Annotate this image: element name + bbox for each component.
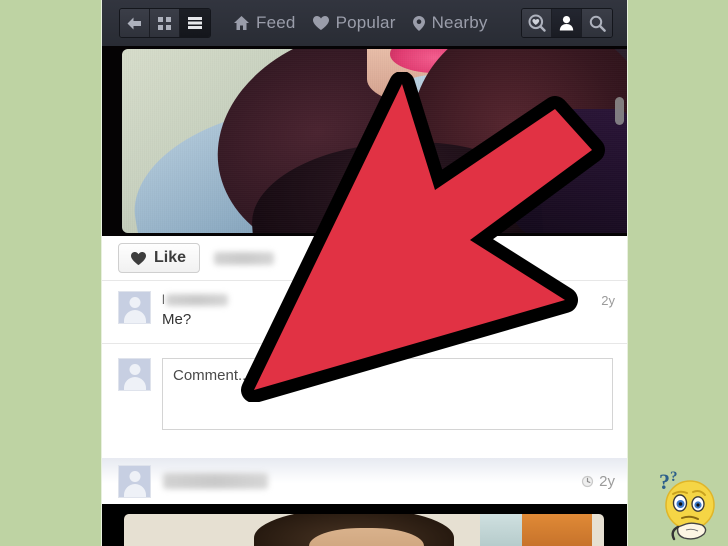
grid-icon (158, 16, 171, 30)
home-icon (234, 16, 249, 30)
avatar[interactable] (118, 291, 151, 324)
next-post-photo-image (124, 514, 604, 546)
heart-icon (312, 16, 329, 30)
map-pin-icon (412, 15, 425, 31)
comment-composer-row (102, 344, 627, 430)
comment-timestamp: 2y (601, 293, 615, 308)
next-post-timestamp: 2y (581, 473, 615, 490)
next-post-timestamp-label: 2y (599, 472, 615, 490)
comment-text-block: l Me? (162, 291, 613, 328)
view-controls-group (119, 8, 211, 38)
comment-author-name-blurred (165, 293, 228, 306)
comment-body-text: Me? (162, 311, 192, 328)
search-button[interactable] (582, 9, 612, 37)
comment-author-initial: l (162, 292, 165, 307)
like-button-label: Like (154, 249, 187, 266)
comment-item: l Me? 2y (102, 281, 627, 343)
profile-button[interactable] (552, 9, 582, 37)
nav-item-nearby[interactable]: Nearby (412, 13, 488, 33)
search-icon (589, 15, 606, 32)
next-post-author-blurred (163, 473, 268, 489)
back-button[interactable] (120, 9, 150, 37)
next-post-media[interactable] (102, 504, 627, 546)
list-view-button[interactable] (180, 9, 210, 37)
svg-text:?: ? (670, 469, 678, 485)
like-count-blurred (214, 251, 275, 265)
clock-icon (582, 475, 594, 487)
nav-item-feed[interactable]: Feed (233, 13, 296, 33)
arrow-left-icon (127, 17, 141, 29)
svg-text:?: ? (659, 469, 670, 494)
next-photo-orange-area (522, 514, 592, 546)
top-navigation-bar: Feed Popular Nearby (102, 0, 627, 46)
grid-view-button[interactable] (150, 9, 180, 37)
next-post-header[interactable]: 2y (102, 458, 627, 504)
nav-links: Feed Popular Nearby (233, 13, 488, 33)
post-photo-image (122, 49, 627, 233)
heart-search-icon (528, 14, 546, 32)
comment-author-line: l (162, 292, 613, 307)
nav-item-nearby-label: Nearby (431, 13, 488, 32)
nav-item-feed-label: Feed (256, 13, 296, 32)
avatar[interactable] (118, 464, 151, 498)
vertical-scrollbar-thumb[interactable] (615, 97, 624, 125)
heart-icon (131, 251, 146, 265)
discover-search-button[interactable] (522, 9, 552, 37)
comment-input[interactable] (162, 358, 613, 430)
wikihow-thinking-face-watermark: ? ? (648, 461, 723, 541)
next-photo-teal-area (480, 514, 522, 546)
photo-film-grain (122, 49, 627, 233)
avatar[interactable] (118, 358, 151, 391)
post-body: Like l Me? 2y (102, 236, 627, 458)
like-row: Like (102, 236, 627, 280)
like-button[interactable]: Like (118, 243, 201, 273)
person-icon (559, 16, 574, 31)
nav-item-popular[interactable]: Popular (312, 13, 396, 33)
list-icon (188, 17, 202, 29)
nav-item-popular-label: Popular (335, 13, 396, 32)
app-frame: Feed Popular Nearby Like l Me? 2y Commen… (101, 0, 628, 546)
account-actions-group (521, 8, 613, 38)
post-media-photo[interactable] (102, 46, 627, 236)
